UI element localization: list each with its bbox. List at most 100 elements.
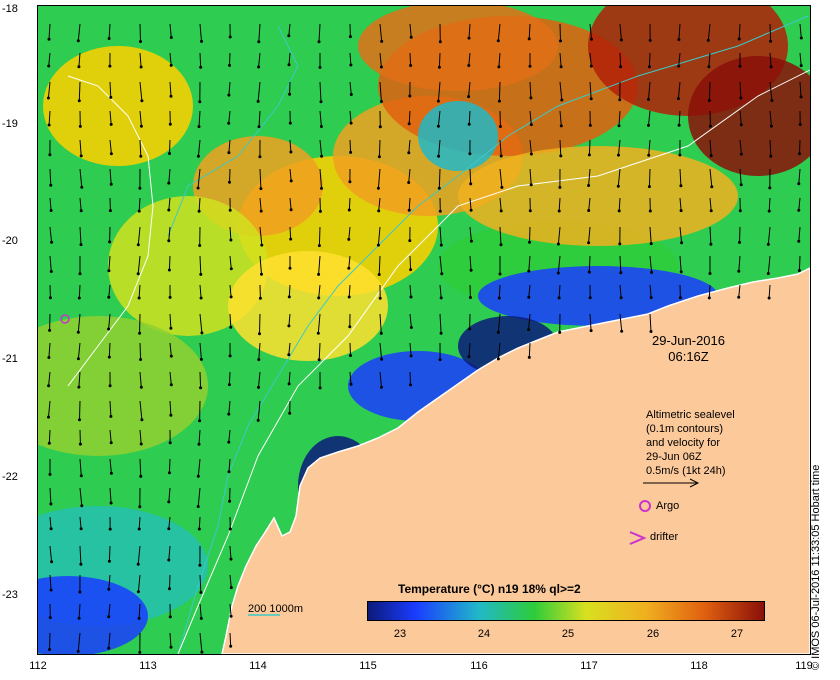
velocity-arrow-tip [647,97,650,101]
velocity-arrow-tip [527,269,531,273]
velocity-arrow [288,284,291,297]
velocity-arrow-tip [709,209,713,213]
velocity-arrow [259,313,261,334]
velocity-arrow-tip [529,152,533,156]
velocity-arrow-tip [678,296,682,300]
velocity-arrow-tip [199,386,203,390]
velocity-arrow-tip [139,385,143,389]
velocity-arrow-tip [437,154,441,158]
velocity-arrow-tip [80,504,84,508]
velocity-arrow-tip [527,295,531,299]
velocity-arrow-tip [436,124,440,128]
velocity-arrow-tip [798,123,802,126]
velocity-arrow [228,371,231,385]
velocity-arrow-tip [437,65,441,69]
y-tick-label: -19 [2,118,18,130]
velocity-arrow-tip [200,39,203,43]
velocity-arrow-tip [316,331,320,335]
velocity-arrow-tip [496,330,500,334]
velocity-arrow-tip [168,587,171,591]
velocity-arrow-tip [109,122,113,126]
velocity-arrow-tip [169,36,173,39]
velocity-arrow [409,371,411,385]
velocity-arrow-tip [377,209,381,213]
velocity-arrow-tip [648,209,652,213]
velocity-arrow-tip [256,99,260,103]
velocity-arrow-tip [527,328,531,332]
velocity-arrow-tip [198,419,202,423]
velocity-arrow-tip [619,271,623,275]
velocity-arrow-tip [559,124,563,128]
velocity-arrow-tip [167,500,171,504]
velocity-arrow-tip [79,243,83,247]
velocity-arrow-tip [379,331,383,335]
velocity-arrow-tip [468,152,472,156]
velocity-arrow-tip [107,646,111,650]
velocity-arrow-tip [496,39,500,43]
colorbar-tick-label: 25 [561,628,575,640]
velocity-arrow-tip [107,295,111,299]
velocity-arrow-tip [139,65,143,69]
sst-patch [228,251,388,361]
velocity-arrow-tip [107,559,111,563]
velocity-arrow-tip [409,295,413,299]
velocity-arrow-tip [229,644,233,648]
velocity-arrow-tip [167,181,171,185]
velocity-arrow-tip [77,99,81,103]
sealevel-legend: Altimetric sealevel (0.1m contours) and … [646,408,735,478]
velocity-arrow-tip [500,185,504,189]
velocity-arrow-tip [168,122,172,126]
velocity-arrow [648,168,651,187]
velocity-arrow-tip [707,99,711,102]
velocity-arrow-tip [438,358,442,362]
colorbar-title: Temperature (°C) n19 18% ql>=2 [398,582,581,596]
velocity-arrow-tip [79,209,83,213]
velocity-arrow-tip [199,296,203,300]
velocity-arrow-tip [317,358,321,362]
velocity-arrow-tip [168,615,172,619]
velocity-arrow-tip [376,243,380,247]
velocity-arrow-tip [168,152,171,155]
velocity-arrow-tip [647,123,650,127]
velocity-arrow-tip [169,383,173,387]
velocity-arrow-tip [677,123,681,127]
velocity-arrow-tip [347,237,351,241]
velocity-arrow-tip [167,527,171,531]
velocity-arrow-tip [589,97,593,101]
velocity-arrow-tip [649,296,653,300]
velocity-arrow-tip [739,183,743,187]
velocity-arrow-tip [408,239,412,243]
velocity-arrow-tip [439,243,443,247]
velocity-arrow-tip [258,155,262,159]
observation-timestamp: 29-Jun-2016 06:16Z [652,333,725,365]
velocity-arrow-tip [649,242,653,246]
velocity-arrow-tip [287,63,291,67]
velocity-arrow-tip [109,95,113,99]
velocity-arrow-tip [77,385,81,389]
sst-map[interactable] [37,5,811,655]
velocity-arrow-tip [318,209,322,213]
colorbar-tick-label: 23 [393,628,407,640]
velocity-arrow-tip [499,154,503,158]
velocity-arrow-tip [648,38,652,42]
velocity-arrow-tip [320,154,324,158]
velocity-arrow-tip [376,186,380,190]
velocity-arrow-tip [79,527,83,531]
velocity-arrow-tip [407,122,411,126]
velocity-arrow-tip [379,100,383,103]
velocity-arrow-tip [647,65,651,69]
velocity-arrow-tip [617,153,620,157]
velocity-arrow-tip [49,527,53,531]
velocity-arrow-tip [797,182,801,186]
velocity-arrow-tip [769,124,773,128]
velocity-arrow [559,23,561,41]
velocity-arrow [349,342,351,356]
velocity-arrow-tip [46,96,50,100]
velocity-arrow-tip [79,562,83,566]
velocity-arrow-tip [768,186,772,190]
x-tick-label: 113 [139,660,157,672]
legend-line: and velocity for [646,437,720,449]
velocity-arrow [708,81,711,101]
velocity-arrow-tip [78,418,81,422]
velocity-arrow-tip [48,616,52,620]
